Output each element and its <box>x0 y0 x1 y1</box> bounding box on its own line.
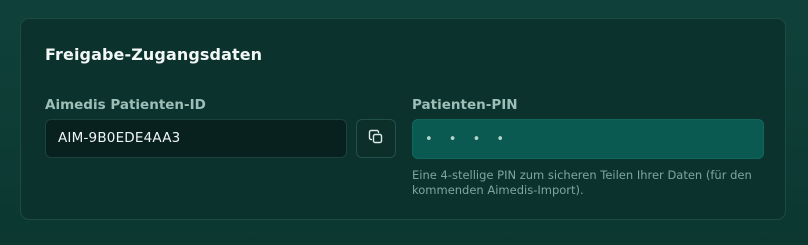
card-title: Freigabe-Zugangsdaten <box>45 45 263 64</box>
pin-input[interactable] <box>412 119 764 159</box>
patient-id-field[interactable]: AIM-9B0EDE4AA3 <box>45 119 347 158</box>
copy-icon <box>368 129 384 149</box>
patient-id-label: Aimedis Patienten-ID <box>45 97 206 113</box>
credentials-card: Freigabe-Zugangsdaten Aimedis Patienten-… <box>20 18 786 220</box>
pin-help-text: Eine 4-stellige PIN zum sicheren Teilen … <box>412 168 752 197</box>
copy-button[interactable] <box>356 119 396 158</box>
pin-label: Patienten-PIN <box>412 97 518 113</box>
